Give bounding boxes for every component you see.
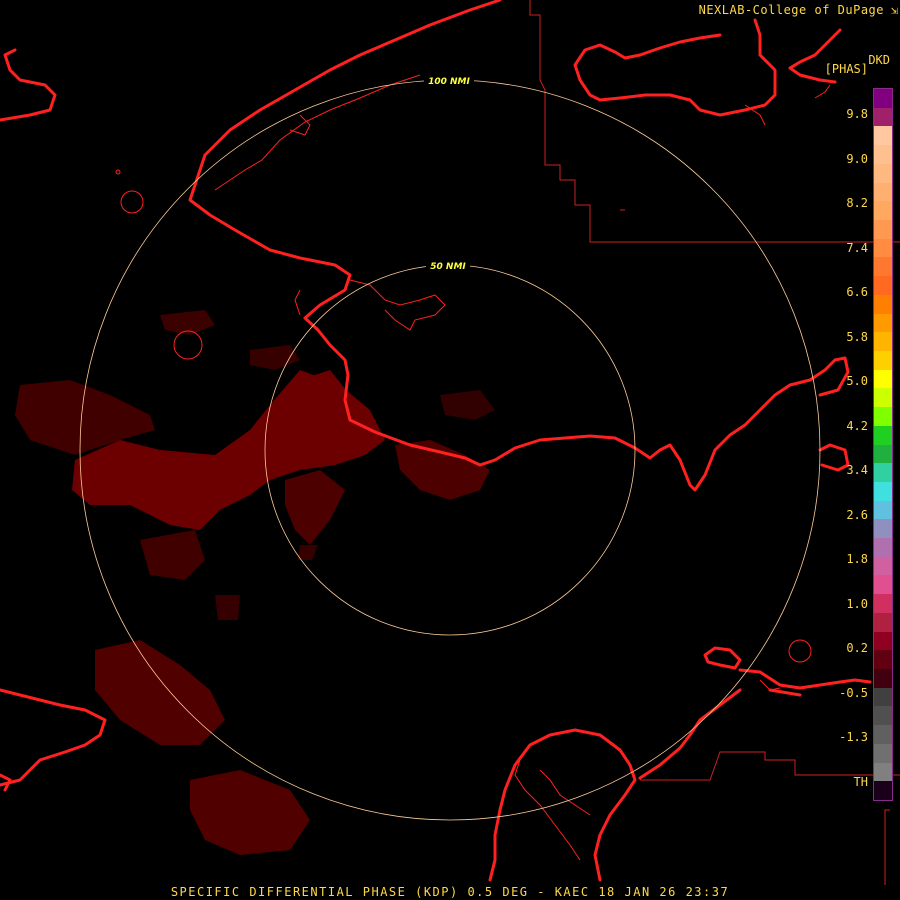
- colorbar-swatch: [874, 538, 892, 558]
- colorbar-label: 9.8: [846, 107, 868, 121]
- colorbar-swatch: [874, 369, 892, 389]
- colorbar-swatch: [874, 762, 892, 782]
- colorbar-label: -1.3: [839, 730, 868, 744]
- colorbar-label: -0.5: [839, 685, 868, 700]
- colorbar-label: 5.8: [846, 329, 868, 344]
- colorbar-swatch: [874, 407, 892, 427]
- colorbar: [873, 88, 893, 801]
- ring-label-100: 100 NMI: [428, 77, 470, 87]
- colorbar-units: [PHAS]: [824, 62, 868, 76]
- ring-label-50: 50 NMI: [430, 262, 466, 272]
- colorbar-swatch: [874, 276, 892, 296]
- colorbar-swatch: [874, 781, 892, 801]
- colorbar-swatch: [874, 145, 892, 165]
- colorbar-swatch: [874, 219, 892, 240]
- colorbar-swatch: [874, 706, 892, 726]
- colorbar-swatch: [874, 294, 892, 315]
- colorbar-swatch: [874, 575, 892, 595]
- colorbar-swatch: [874, 350, 892, 371]
- colorbar-swatch: [874, 332, 892, 352]
- colorbar-label: 1.8: [846, 552, 868, 566]
- colorbar-swatch: [874, 89, 892, 109]
- colorbar-swatch: [874, 725, 892, 745]
- colorbar-swatch: [874, 743, 892, 764]
- colorbar-swatch: [874, 257, 892, 277]
- colorbar-label: 7.4: [846, 240, 868, 255]
- colorbar-swatch: [874, 444, 892, 464]
- radar-map: 100 NMI 50 NMI: [0, 0, 900, 900]
- colorbar-swatch: [874, 687, 892, 707]
- colorbar-label: 0.2: [846, 641, 868, 655]
- colorbar-swatch: [874, 126, 892, 146]
- colorbar-swatch: [874, 107, 892, 127]
- colorbar-label: 9.0: [846, 151, 868, 166]
- colorbar-swatch: [874, 388, 892, 408]
- colorbar-swatch: [874, 650, 892, 670]
- product-footer: SPECIFIC DIFFERENTIAL PHASE (KDP) 0.5 DE…: [170, 885, 730, 899]
- colorbar-swatch: [874, 556, 892, 576]
- colorbar-swatch: [874, 631, 892, 651]
- colorbar-label: 4.2: [846, 418, 868, 433]
- colorbar-swatch: [874, 519, 892, 539]
- colorbar-label: 6.6: [846, 285, 868, 299]
- colorbar-label: 8.2: [846, 196, 868, 210]
- colorbar-swatch: [874, 238, 892, 258]
- colorbar-label: 3.4: [846, 463, 868, 477]
- product-code: DKD: [868, 53, 890, 67]
- colorbar-swatch: [874, 201, 892, 221]
- colorbar-swatch: [874, 612, 892, 633]
- colorbar-swatch: [874, 163, 892, 184]
- colorbar-swatch: [874, 481, 892, 502]
- colorbar-swatch: [874, 463, 892, 483]
- colorbar-swatch: [874, 500, 892, 520]
- colorbar-label: 1.0: [846, 596, 868, 611]
- colorbar-swatch: [874, 313, 892, 333]
- external-link-icon[interactable]: ⇲: [891, 3, 898, 17]
- colorbar-label: 5.0: [846, 374, 868, 388]
- colorbar-label: 2.6: [846, 507, 868, 522]
- colorbar-swatch: [874, 425, 892, 445]
- colorbar-label: TH: [853, 774, 868, 789]
- colorbar-swatch: [874, 594, 892, 614]
- colorbar-swatch: [874, 182, 892, 202]
- colorbar-swatch: [874, 669, 892, 689]
- credit-text: NEXLAB-College of DuPage: [698, 3, 884, 17]
